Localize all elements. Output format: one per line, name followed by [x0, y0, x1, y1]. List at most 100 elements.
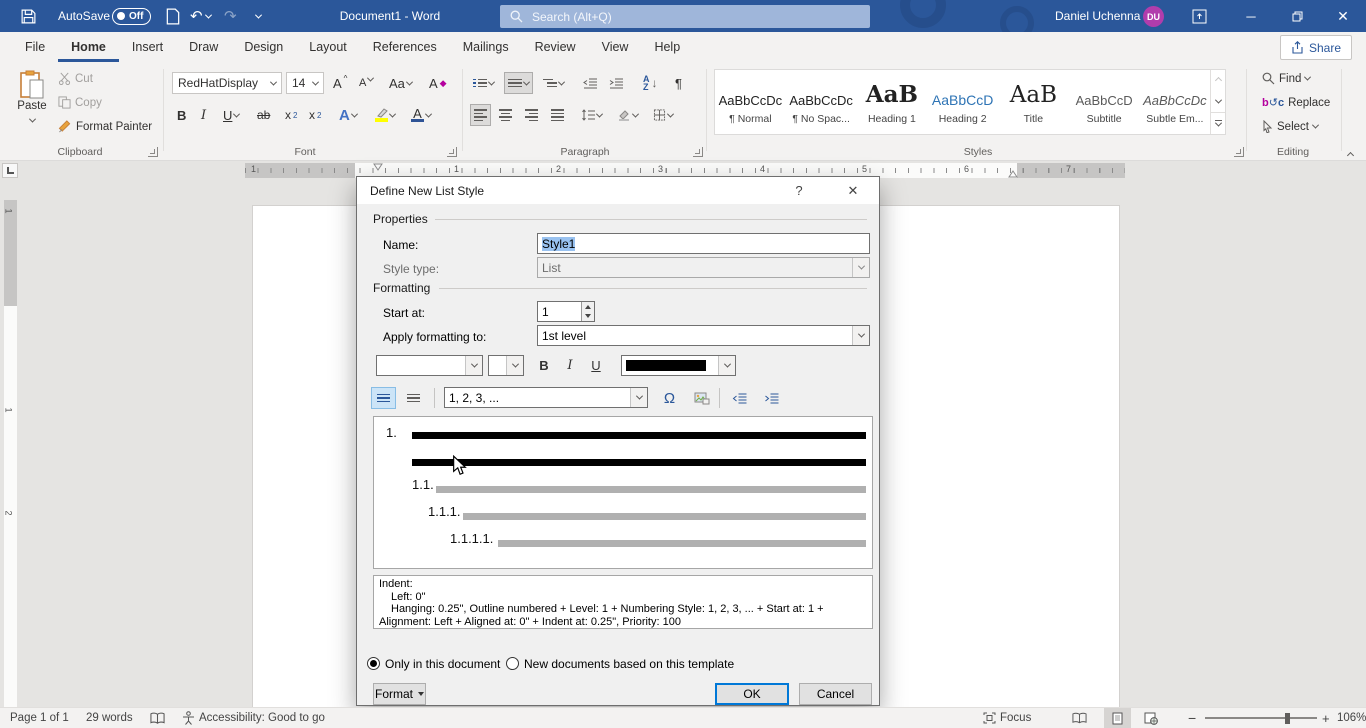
style-subtle-emphasis[interactable]: AaBbCcDc Subtle Em... [1140, 70, 1211, 134]
word-count[interactable]: 29 words [86, 708, 133, 728]
preview-bullets-button[interactable] [401, 387, 426, 409]
name-input[interactable]: Style1 [537, 233, 870, 254]
clear-formatting-button[interactable]: A◆ [426, 72, 450, 94]
tab-insert[interactable]: Insert [119, 33, 176, 62]
apply-formatting-select[interactable]: 1st level [537, 325, 870, 346]
avatar[interactable]: DU [1143, 6, 1164, 27]
user-name[interactable]: Daniel Uchenna [1055, 0, 1140, 32]
zoom-level[interactable]: 106% [1337, 708, 1366, 728]
tab-references[interactable]: References [360, 33, 450, 62]
focus-mode-button[interactable]: Focus [983, 708, 1031, 728]
tab-review[interactable]: Review [522, 33, 589, 62]
tab-help[interactable]: Help [641, 33, 693, 62]
cancel-button[interactable]: Cancel [799, 683, 872, 705]
highlight-color-button[interactable] [372, 104, 398, 126]
bullets-button[interactable] [470, 72, 497, 94]
format-painter-button[interactable]: Format Painter [58, 120, 152, 133]
web-layout-button[interactable] [1144, 708, 1158, 728]
autosave-toggle[interactable]: Off [112, 0, 151, 32]
numbering-button[interactable] [504, 72, 533, 94]
styles-scroll-up-icon[interactable] [1211, 70, 1225, 91]
clipboard-dialog-launcher-icon[interactable] [148, 147, 158, 157]
style-subtitle[interactable]: AaBbCcD Subtitle [1069, 70, 1140, 134]
text-effects-button[interactable]: A [336, 104, 360, 126]
customize-qat-icon[interactable] [256, 0, 261, 32]
format-size-select[interactable] [488, 355, 524, 376]
share-button[interactable]: Share [1280, 35, 1352, 60]
print-layout-button[interactable] [1104, 708, 1131, 728]
strikethrough-button[interactable]: ab [254, 104, 273, 126]
paste-button[interactable]: Paste [10, 68, 54, 144]
start-at-input[interactable]: 1 [537, 301, 595, 322]
number-format-select[interactable]: 1, 2, 3, ... [444, 387, 648, 408]
zoom-out-button[interactable]: − [1188, 708, 1196, 728]
sort-button[interactable]: AZ↓ [640, 72, 661, 94]
save-icon[interactable] [20, 0, 37, 32]
italic-button[interactable]: I [198, 104, 209, 126]
redo-button[interactable]: ↷ [224, 0, 237, 32]
format-italic-button[interactable]: I [559, 355, 581, 376]
style-no-spacing[interactable]: AaBbCcDc ¶ No Spac... [786, 70, 857, 134]
dialog-close-icon[interactable]: ✕ [833, 177, 873, 204]
change-case-button[interactable]: Aa [386, 72, 415, 94]
zoom-slider[interactable] [1205, 708, 1317, 728]
close-button[interactable]: ✕ [1320, 0, 1366, 32]
superscript-button[interactable]: x2 [306, 104, 324, 126]
preview-decrease-indent-button[interactable] [727, 387, 752, 409]
cut-button[interactable]: Cut [58, 72, 93, 85]
style-normal[interactable]: AaBbCcDc ¶ Normal [715, 70, 786, 134]
format-menu-button[interactable]: Format [373, 683, 426, 705]
align-left-button[interactable] [470, 104, 491, 126]
select-button[interactable]: Select [1262, 120, 1318, 133]
tab-design[interactable]: Design [231, 33, 296, 62]
align-right-button[interactable] [522, 104, 541, 126]
ribbon-display-options-icon[interactable] [1192, 0, 1207, 32]
underline-button[interactable]: U [220, 104, 242, 126]
shrink-font-button[interactable]: A [356, 72, 376, 94]
search-input[interactable]: Search (Alt+Q) [500, 5, 870, 28]
collapse-ribbon-icon[interactable] [1348, 147, 1353, 161]
paragraph-dialog-launcher-icon[interactable] [693, 147, 703, 157]
multilevel-list-button[interactable] [540, 72, 567, 94]
style-heading2[interactable]: AaBbCcD Heading 2 [927, 70, 998, 134]
tab-mailings[interactable]: Mailings [450, 33, 522, 62]
preview-increase-indent-button[interactable] [759, 387, 784, 409]
zoom-slider-thumb[interactable] [1285, 713, 1290, 724]
page-indicator[interactable]: Page 1 of 1 [10, 708, 69, 728]
tab-home[interactable]: Home [58, 33, 119, 62]
font-color-button[interactable]: A [408, 104, 434, 126]
style-heading1[interactable]: AaB Heading 1 [857, 70, 928, 134]
style-title[interactable]: AaB Title [998, 70, 1069, 134]
styles-dialog-launcher-icon[interactable] [1234, 147, 1244, 157]
increase-indent-button[interactable] [606, 72, 627, 94]
ok-button[interactable]: OK [715, 683, 789, 705]
format-underline-button[interactable]: U [585, 355, 607, 376]
tab-file[interactable]: File [12, 33, 58, 62]
borders-button[interactable] [650, 104, 676, 126]
shading-button[interactable] [614, 104, 641, 126]
tab-view[interactable]: View [589, 33, 642, 62]
styles-more-icon[interactable] [1211, 112, 1225, 134]
show-hide-pilcrow-button[interactable]: ¶ [672, 72, 685, 94]
bold-button[interactable]: B [174, 104, 189, 126]
insert-picture-button[interactable] [689, 387, 714, 409]
font-dialog-launcher-icon[interactable] [447, 147, 457, 157]
replace-button[interactable]: b↺c Replace [1262, 96, 1330, 109]
find-button[interactable]: Find [1262, 72, 1310, 85]
vertical-ruler[interactable]: 1 1 2 [4, 200, 17, 707]
minimize-button[interactable]: ─ [1228, 0, 1274, 32]
styles-scroll-down-icon[interactable] [1211, 91, 1225, 112]
justify-button[interactable] [548, 104, 567, 126]
new-document-icon[interactable] [166, 0, 180, 32]
zoom-in-button[interactable]: + [1322, 708, 1330, 728]
restore-button[interactable] [1274, 0, 1320, 32]
radio-only-in-document[interactable] [367, 657, 380, 670]
first-line-indent-marker[interactable] [373, 163, 383, 171]
tab-layout[interactable]: Layout [296, 33, 360, 62]
insert-symbol-button[interactable]: Ω [657, 387, 682, 409]
font-family-select[interactable]: RedHatDisplay [172, 72, 282, 94]
accessibility-status[interactable]: Accessibility: Good to go [182, 708, 325, 728]
undo-button[interactable]: ↶ [190, 0, 211, 32]
read-mode-button[interactable] [1072, 708, 1087, 728]
copy-button[interactable]: Copy [58, 96, 102, 109]
